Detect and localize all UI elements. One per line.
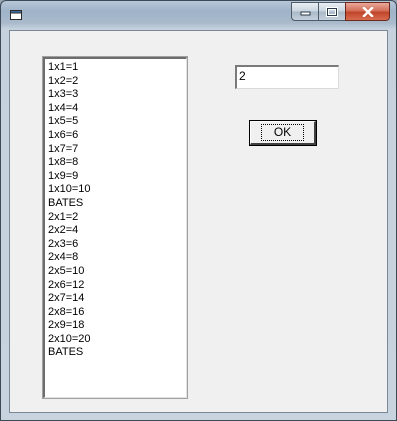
list-item[interactable]: 1x6=6 <box>48 129 186 143</box>
list-item[interactable]: BATES <box>48 346 186 360</box>
list-item[interactable]: 1x4=4 <box>48 102 186 116</box>
list-item[interactable]: 2x3=6 <box>48 238 186 252</box>
list-item[interactable]: 1x7=7 <box>48 143 186 157</box>
window-app-icon <box>10 10 22 20</box>
list-item[interactable]: 2x4=8 <box>48 251 186 265</box>
application-window: 1x1=1 1x2=2 1x3=3 1x4=4 1x5=5 1x6=6 1x7=7 1x8=8… <box>0 0 397 421</box>
maximize-button[interactable] <box>318 2 345 21</box>
list-item[interactable]: 2x10=20 <box>48 333 186 347</box>
list-item[interactable]: 1x2=2 <box>48 75 186 89</box>
list-item[interactable]: 1x5=5 <box>48 115 186 129</box>
list-item[interactable]: 1x1=1 <box>48 61 186 75</box>
list-item[interactable]: 1x8=8 <box>48 156 186 170</box>
title-bar[interactable] <box>1 1 396 29</box>
close-button[interactable] <box>345 2 390 21</box>
list-item[interactable]: 2x6=12 <box>48 279 186 293</box>
ok-button-label: OK <box>260 124 305 141</box>
list-item[interactable]: 2x5=10 <box>48 265 186 279</box>
list-item[interactable]: 2x1=2 <box>48 211 186 225</box>
list-item[interactable]: 1x3=3 <box>48 88 186 102</box>
results-listbox[interactable]: 1x1=1 1x2=2 1x3=3 1x4=4 1x5=5 1x6=6 1x7=7 1x8=8… <box>42 56 188 399</box>
caption-buttons <box>291 2 390 21</box>
close-icon <box>361 6 374 17</box>
list-item[interactable]: 2x9=18 <box>48 319 186 333</box>
form-client-area: 1x1=1 1x2=2 1x3=3 1x4=4 1x5=5 1x6=6 1x7=7 1x8=8… <box>9 30 388 413</box>
list-item[interactable]: 1x10=10 <box>48 183 186 197</box>
list-item[interactable]: 2x2=4 <box>48 224 186 238</box>
list-item[interactable]: 2x8=16 <box>48 306 186 320</box>
maximize-icon <box>326 6 338 17</box>
ok-button[interactable]: OK <box>249 120 317 146</box>
list-item[interactable]: BATES <box>48 197 186 211</box>
minimize-button[interactable] <box>291 2 318 21</box>
minimize-icon <box>300 11 310 16</box>
list-item[interactable]: 2x7=14 <box>48 292 186 306</box>
number-input[interactable]: 2 <box>235 65 339 89</box>
list-item[interactable]: 1x9=9 <box>48 170 186 184</box>
